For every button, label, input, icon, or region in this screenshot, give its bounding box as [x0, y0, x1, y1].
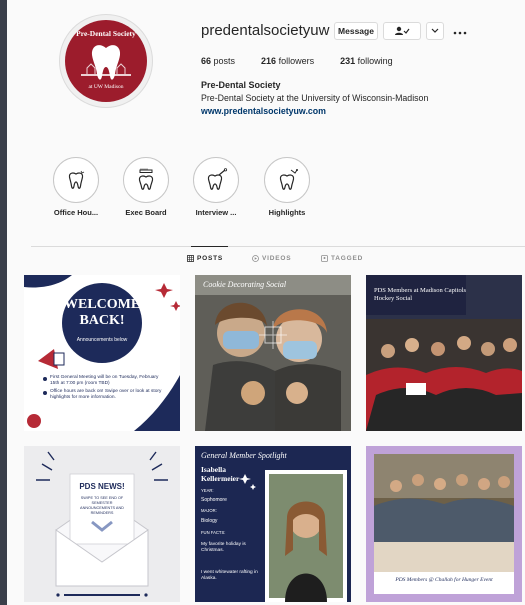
- posts-stat: 66 posts: [201, 56, 236, 66]
- cookie-caption: Cookie Decorating Social: [203, 280, 287, 289]
- highlight-interview[interactable]: Interview ...: [184, 157, 248, 217]
- tab-tagged[interactable]: TAGGED: [321, 255, 363, 262]
- spotlight-year: Sophomore: [201, 497, 227, 503]
- following-stat[interactable]: 231 following: [340, 56, 393, 66]
- cookie-photo: [195, 275, 351, 431]
- profile-stats: 66 posts 216 followers 231 following: [201, 56, 393, 66]
- news-subheading: SWIPE TO SEE END OF SEMESTER ANNOUNCEMEN…: [80, 496, 124, 515]
- spotlight-funfacts-label: FUN FACTS:: [201, 530, 226, 535]
- profile-bio: Pre-Dental Society at the University of …: [201, 93, 429, 103]
- welcome-bullet-2: Office hours are back on! Swipe over or …: [50, 389, 162, 400]
- active-tab-indicator: [191, 246, 228, 247]
- tooth-tool-icon: [207, 168, 228, 190]
- welcome-heading: WELCOME BACK!: [64, 297, 141, 328]
- profile-avatar[interactable]: Pre-Dental Society at UW Madison: [59, 14, 153, 108]
- profile-website-link[interactable]: www.predentalsocietyuw.com: [201, 106, 326, 116]
- spotlight-year-label: YEAR:: [201, 488, 214, 493]
- tabs-divider: [31, 246, 525, 247]
- post-pds-news[interactable]: PDS NEWS! SWIPE TO SEE END OF SEMESTER A…: [24, 446, 180, 602]
- challah-caption: PDS Members @ Challah for Hunger Event: [395, 577, 493, 583]
- news-heading: PDS NEWS!: [79, 482, 125, 491]
- post-challah-for-hunger[interactable]: PDS Members @ Challah for Hunger Event: [366, 446, 522, 602]
- profile-username: predentalsocietyuw: [201, 22, 330, 39]
- spotlight-fact-2: I went whitewater rafting in Alaska.: [201, 570, 258, 581]
- highlight-label: Interview ...: [195, 208, 237, 217]
- post-hockey-social[interactable]: PDS Members at Madison Capitols Hockey S…: [366, 275, 522, 431]
- profile-full-name: Pre-Dental Society: [201, 80, 281, 90]
- following-dropdown-button[interactable]: [383, 22, 421, 40]
- toothbrush-tooth-icon: [138, 168, 154, 190]
- avatar-logo: Pre-Dental Society at UW Madison: [65, 20, 147, 102]
- tag-person-icon: [321, 255, 328, 262]
- highlight-label: Office Hou...: [53, 208, 99, 217]
- highlight-office-hours[interactable]: Office Hou...: [44, 157, 108, 217]
- highlight-label: Exec Board: [125, 208, 167, 217]
- highlight-highlights[interactable]: Highlights: [255, 157, 319, 217]
- tab-videos[interactable]: VIDEOS: [252, 255, 291, 262]
- highlight-label: Highlights: [268, 208, 306, 217]
- play-circle-icon: [252, 255, 259, 262]
- spotlight-major: Biology: [201, 518, 218, 524]
- spotlight-name: Isabella Kellermeier: [201, 465, 240, 483]
- hockey-caption: PDS Members at Madison Capitols Hockey S…: [374, 287, 467, 302]
- chevron-down-icon: [431, 28, 439, 33]
- highlight-cover: [264, 157, 310, 203]
- tab-posts[interactable]: POSTS: [187, 255, 223, 262]
- spotlight-major-label: MAJOR:: [201, 508, 217, 513]
- highlight-cover: [53, 157, 99, 203]
- post-member-spotlight[interactable]: General Member Spotlight Isabella Keller…: [195, 446, 351, 602]
- highlight-cover: [193, 157, 239, 203]
- post-welcome-back[interactable]: WELCOME BACK! Announcements below First …: [24, 275, 180, 431]
- avatar-subtitle: at UW Madison: [88, 84, 124, 90]
- suggestions-button[interactable]: [426, 22, 444, 40]
- spotlight-heading: General Member Spotlight: [201, 451, 287, 460]
- welcome-bullet-1: First General Meeting will be on Tuesday…: [50, 375, 159, 386]
- more-options-button[interactable]: [453, 25, 467, 43]
- grid-icon: [187, 255, 194, 262]
- tooth-sparkle-icon: [279, 169, 298, 190]
- person-check-icon: [395, 26, 410, 35]
- ellipsis-icon: [453, 31, 467, 35]
- followers-stat[interactable]: 216 followers: [261, 56, 314, 66]
- message-button[interactable]: Message: [334, 22, 378, 40]
- profile-page: Pre-Dental Society at UW Madison predent…: [7, 0, 525, 605]
- highlight-exec-board[interactable]: Exec Board: [114, 157, 178, 217]
- highlight-cover: [123, 157, 169, 203]
- tooth-icon: [68, 170, 85, 189]
- spotlight-fact-1: My favorite holiday is Christmas.: [201, 542, 246, 553]
- post-cookie-decorating[interactable]: Cookie Decorating Social: [195, 275, 351, 431]
- welcome-subheading: Announcements below: [76, 337, 128, 343]
- news-envelope-graphic: [36, 451, 168, 597]
